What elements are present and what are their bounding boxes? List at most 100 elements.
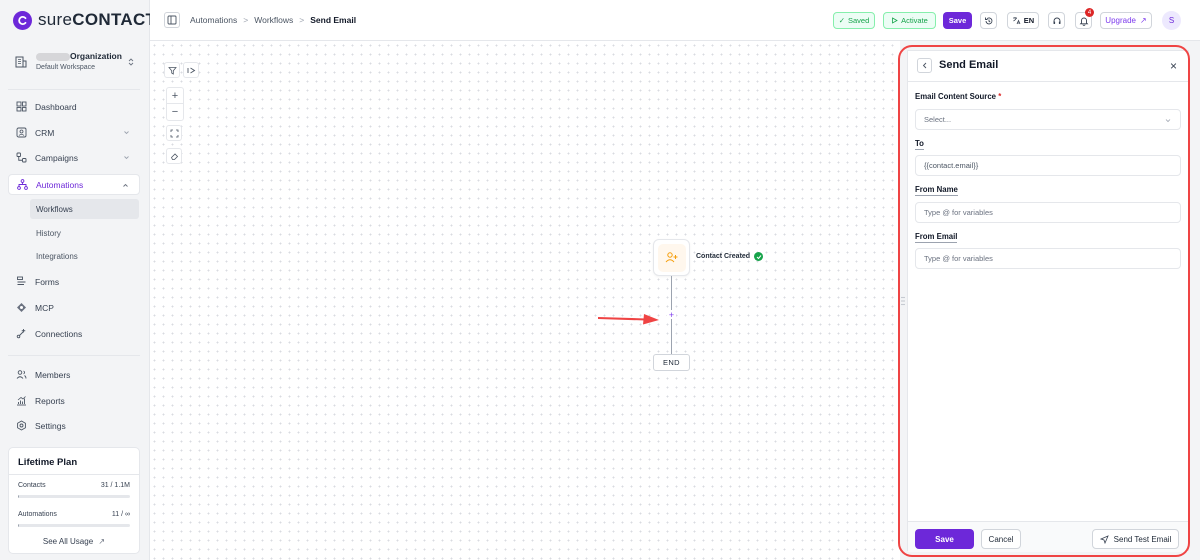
logo[interactable]: sureCONTACT [13,10,156,30]
required-mark: * [998,92,1002,101]
save-label: Save [948,16,967,25]
nav-workflows[interactable]: Workflows [30,199,139,219]
nav-members[interactable]: Members [8,364,140,385]
workflow-canvas[interactable]: + − Contact Created + END [150,41,900,560]
user-add-icon [665,252,678,263]
contacts-icon [16,127,27,138]
back-button[interactable] [917,58,932,73]
panel-resize-handle[interactable] [901,296,905,306]
notifications-button[interactable]: 4 [1075,8,1094,29]
end-node: END [653,354,690,371]
nav-automations[interactable]: Automations [8,174,140,195]
from-name-placeholder: Type @ for variables [924,208,993,217]
chevron-updown-icon [128,58,134,66]
chevron-up-icon [123,183,128,187]
nav-settings[interactable]: Settings [8,415,140,436]
content-source-placeholder: Select... [924,115,952,124]
nav-connections[interactable]: Connections [8,323,140,344]
contacts-usage-bar [18,495,130,498]
notification-count-badge: 4 [1085,8,1094,17]
nav-settings-label: Settings [35,420,66,431]
activate-button[interactable]: Activate [883,12,936,29]
nav-reports[interactable]: Reports [8,390,140,411]
automations-usage-value: 11 / ∞ [111,511,130,518]
nav-campaigns[interactable]: Campaigns [8,147,140,168]
chevron-left-icon [922,62,926,69]
eraser-icon [170,152,178,160]
layout-tool-button[interactable] [183,62,199,78]
external-link-icon: ↗ [1139,16,1147,25]
send-icon [1099,534,1109,544]
filter-tool-button[interactable] [164,62,180,78]
content-source-select[interactable]: Select... [915,109,1181,130]
translate-icon [1012,17,1021,25]
nav-crm[interactable]: CRM [8,122,140,143]
panel-title: Send Email [939,59,999,71]
divider [8,89,140,90]
from-name-field[interactable]: Type @ for variables [915,202,1181,223]
play-icon [892,17,898,24]
nav-crm-label: CRM [35,127,55,138]
saved-label: Saved [848,16,870,25]
connections-icon [16,329,26,339]
nav-workflows-label: Workflows [36,204,73,214]
organization-switcher[interactable]: Organization Default Workspace [8,44,141,80]
breadcrumb-automations[interactable]: Automations [190,15,237,25]
breadcrumb-separator: > [243,15,249,25]
minus-icon: − [171,106,179,118]
zoom-in-button[interactable]: + [167,88,183,104]
divider [9,474,139,475]
send-test-email-button[interactable]: Send Test Email [1092,529,1179,549]
to-field[interactable]: {{contact.email}} [915,155,1181,176]
support-button[interactable] [1048,12,1065,29]
nav-mcp-label: MCP [35,302,54,313]
upgrade-button[interactable]: Upgrade ↗ [1100,12,1152,29]
nav-dashboard[interactable]: Dashboard [8,96,140,117]
trigger-node[interactable] [653,239,690,276]
trigger-node-label: Contact Created [696,252,764,261]
nav-forms[interactable]: Forms [8,271,140,292]
history-button[interactable] [980,12,997,29]
forms-icon [17,276,26,285]
see-all-usage-link[interactable]: See All Usage ↗ [9,537,139,546]
nav-connections-label: Connections [35,328,83,339]
plan-card: Lifetime Plan Contacts 31 / 1.1M Automat… [8,447,140,554]
content-source-label-text: Email Content Source [915,92,997,101]
nav-integrations[interactable]: Integrations [30,246,139,266]
fit-view-button[interactable] [166,125,182,141]
nav-history[interactable]: History [30,223,139,243]
nav-mcp[interactable]: MCP [8,297,140,318]
cancel-button[interactable]: Cancel [981,529,1021,549]
language-label: EN [1023,16,1035,25]
campaigns-icon [16,152,27,163]
user-avatar[interactable]: S [1162,11,1181,30]
logo-icon [13,10,32,30]
nav-campaigns-label: Campaigns [35,152,78,163]
add-step-button[interactable]: + [667,310,676,320]
funnel-icon [167,66,177,75]
check-icon: ✓ [838,16,845,25]
automations-usage-row: Automations 11 / ∞ [18,511,130,518]
save-button[interactable]: Save [915,529,974,549]
edge-line [671,319,672,354]
clear-canvas-button[interactable] [166,148,182,164]
language-selector[interactable]: EN [1007,12,1039,29]
automations-usage-label: Automations [18,511,57,518]
divider [8,355,140,356]
activate-label: Activate [901,16,928,25]
nav-members-label: Members [35,369,71,380]
breadcrumb-workflows[interactable]: Workflows [254,15,293,25]
to-label: To [915,139,924,150]
zoom-out-button[interactable]: − [167,104,183,120]
org-name-redacted [36,52,70,61]
chevron-down-icon [1165,119,1171,123]
plus-icon: + [171,89,179,102]
nav-dashboard-label: Dashboard [35,101,77,112]
from-email-field[interactable]: Type @ for variables [915,248,1181,269]
save-workflow-button[interactable]: Save [943,12,972,29]
panel-header: Send Email × [908,51,1188,82]
upgrade-label: Upgrade [1105,16,1136,25]
close-icon[interactable]: × [1170,59,1177,73]
annotation-arrow-icon [598,314,659,325]
toggle-sidebar-button[interactable] [164,12,180,28]
